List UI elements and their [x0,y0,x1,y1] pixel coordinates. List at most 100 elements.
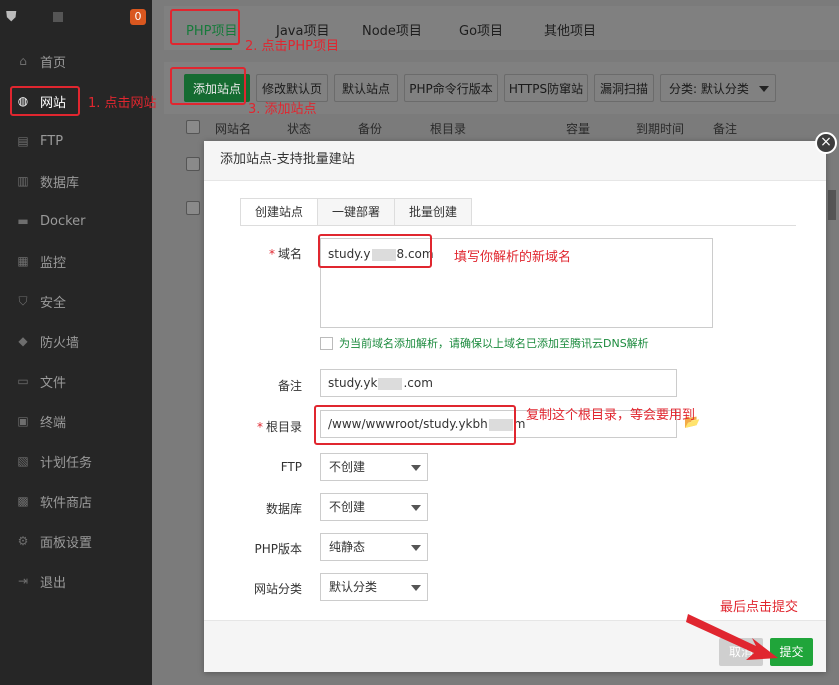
ftp-icon: ▤ [17,134,29,148]
sidebar-item-label: 首页 [40,55,67,71]
firewall-icon: ◆ [18,334,28,348]
dns-resolve-option[interactable]: 为当前域名添加解析，请确保以上域名已添加至腾讯云DNS解析 [320,335,649,351]
row-checkbox[interactable] [186,157,200,171]
close-icon[interactable]: × [815,132,837,154]
highlight-php-tab [170,9,240,45]
domain-label: * 域名 [268,247,302,261]
site-category-label: 网站分类 [253,582,302,596]
chevron-down-icon [759,86,769,92]
annotation-root-tip: 复制这个根目录，等会要用到 [526,408,696,423]
sidebar-item-label: 数据库 [40,175,80,191]
redacted-mask [378,377,403,390]
database-select[interactable]: 不创建 [320,493,428,521]
annotation-step3: 3. 添加站点 [248,102,317,117]
col-expire[interactable]: 到期时间 [636,120,684,137]
sidebar-item-label: 监控 [40,255,67,271]
home-icon: ⌂ [19,54,27,68]
database-icon: ▥ [17,174,29,188]
arrow-to-submit-icon [686,614,778,660]
sidebar-item-store[interactable]: ▩ 软件商店 [0,481,152,521]
sidebar-item-label: 防火墙 [40,335,80,351]
category-filter-value: 分类: 默认分类 [669,81,749,96]
dialog-title: 添加站点-支持批量建站 [204,141,826,181]
sidebar-item-logout[interactable]: ⇥ 退出 [0,561,152,601]
sidebar-item-home[interactable]: ⌂ 首页 [0,41,152,81]
sidebar-item-label: 软件商店 [40,495,93,511]
sidebar-item-label: 计划任务 [40,455,93,471]
highlight-domain [318,234,432,268]
tab-divider [240,225,796,226]
tab-node[interactable]: Node项目 [362,20,422,39]
logout-icon: ⇥ [17,574,29,588]
shield-icon: ⛉ [18,294,28,308]
docker-icon: ▬ [17,214,29,228]
sidebar-item-label: 面板设置 [40,535,93,551]
annotation-step2: 2. 点击PHP项目 [245,39,339,54]
apps-icon: ▩ [17,494,29,508]
col-site-name[interactable]: 网站名 [215,120,251,137]
sidebar-item-label: 终端 [40,415,67,431]
table-scrollbar[interactable] [828,190,836,220]
ftp-select[interactable]: 不创建 [320,453,428,481]
highlight-website-item [10,86,80,116]
row-checkbox[interactable] [186,201,200,215]
vuln-scan-button[interactable]: 漏洞扫描 [594,74,654,102]
tab-go[interactable]: Go项目 [459,20,503,39]
col-note: 备注 [713,122,738,136]
ftp-label: FTP [280,460,302,474]
note-label: 备注 [277,379,302,393]
gear-icon: ⚙ [17,534,29,548]
sidebar-item-terminal[interactable]: ▣ 终端 [0,401,152,441]
active-tab-indicator [210,48,232,50]
site-table-header: 网站名 状态 备份 根目录 容量 到期时间 备注 [164,116,839,138]
monitor-icon: ▦ [17,254,29,268]
panel-logo-icon: ⛊ [6,9,17,25]
dns-resolve-checkbox[interactable] [320,336,333,350]
col-backup: 备份 [358,122,383,136]
sidebar-item-label: FTP [40,133,64,149]
sidebar-item-docker[interactable]: ▬ Docker [0,201,152,241]
note-input[interactable]: study.yk .com [320,369,677,397]
sidebar-item-security[interactable]: ⛉ 安全 [0,281,152,321]
sidebar-item-cron[interactable]: ▧ 计划任务 [0,441,152,481]
tab-other[interactable]: 其他项目 [544,20,596,39]
sidebar-item-database[interactable]: ▥ 数据库 [0,161,152,201]
site-category-select[interactable]: 默认分类 [320,573,428,601]
col-capacity: 容量 [566,122,591,136]
default-site-button[interactable]: 默认站点 [334,74,398,102]
root-dir-label: * 根目录 [256,420,302,434]
php-cli-version-button[interactable]: PHP命令行版本 [404,74,498,102]
select-all-checkbox[interactable] [186,120,200,134]
tab-create-site[interactable]: 创建站点 [240,198,319,226]
notification-badge[interactable]: 0 [130,9,146,25]
highlight-add-site [170,67,246,105]
highlight-root-dir [314,405,516,445]
sidebar-item-firewall[interactable]: ◆ 防火墙 [0,321,152,361]
sidebar-item-ftp[interactable]: ▤ FTP [0,121,152,161]
sidebar-item-label: 退出 [40,575,67,591]
folder-icon: ▭ [17,374,29,388]
tab-batch-create[interactable]: 批量创建 [394,198,473,226]
php-version-select[interactable]: 纯静态 [320,533,428,561]
sidebar-item-settings[interactable]: ⚙ 面板设置 [0,521,152,561]
sidebar-item-files[interactable]: ▭ 文件 [0,361,152,401]
chevron-down-icon [411,585,421,591]
database-label: 数据库 [265,502,302,516]
sidebar-item-monitor[interactable]: ▦ 监控 [0,241,152,281]
https-guard-button[interactable]: HTTPS防窜站 [504,74,588,102]
col-root: 根目录 [430,122,467,136]
category-filter-select[interactable]: 分类: 默认分类 [660,74,776,102]
annotation-domain-tip: 填写你解析的新域名 [454,250,572,265]
chevron-down-icon [411,465,421,471]
terminal-icon: ▣ [17,414,29,428]
annotation-step1: 1. 点击网站 [88,96,157,111]
sidebar-item-label: Docker [40,213,86,229]
calendar-icon: ▧ [17,454,29,468]
tab-one-click-deploy[interactable]: 一键部署 [317,198,396,226]
sidebar-item-label: 安全 [40,295,67,311]
php-version-label: PHP版本 [254,542,303,556]
dialog-tabs: 创建站点 一键部署 批量创建 [240,198,473,226]
dns-resolve-label: 为当前域名添加解析，请确保以上域名已添加至腾讯云DNS解析 [339,337,649,350]
chevron-down-icon [411,505,421,511]
col-status[interactable]: 状态 [287,120,311,137]
